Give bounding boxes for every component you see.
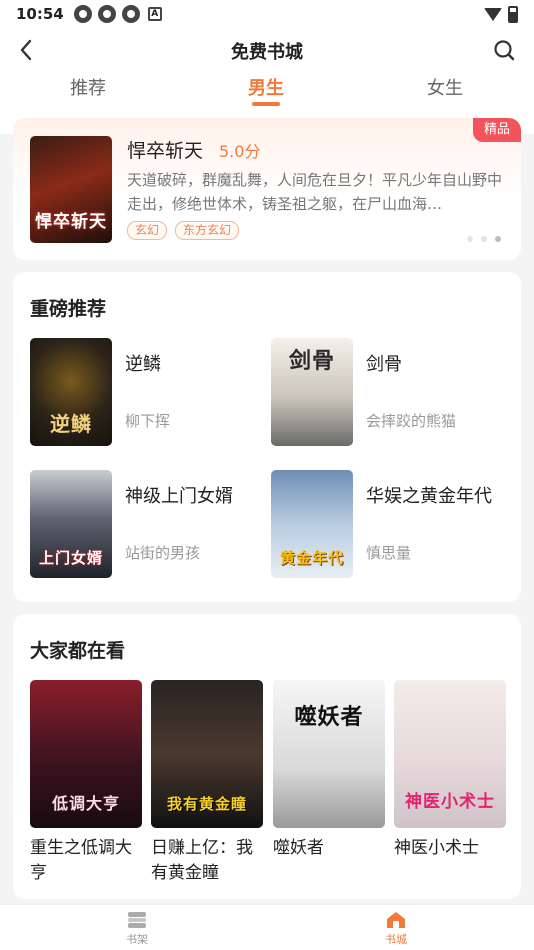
book-author: 站街的男孩 — [125, 544, 201, 562]
book-author: 柳下挥 — [125, 412, 171, 430]
search-button[interactable] — [490, 36, 518, 64]
book-title: 重生之低调大亨 — [30, 838, 132, 883]
status-time: 10:54 — [16, 5, 64, 23]
genre-tag: 玄幻 — [127, 221, 168, 240]
nav-label: 书架 — [126, 933, 148, 946]
nav-bookstore[interactable]: 书城 — [356, 911, 436, 947]
cover-text: 我有黄金瞳 — [166, 794, 247, 813]
a-icon: A — [147, 7, 162, 21]
book-item[interactable]: 黄金年代 华娱之黄金年代 慎思量 — [271, 470, 506, 578]
banner-cover: 悍卒斩天 — [30, 136, 112, 243]
book-cover: 神医小术士 — [394, 680, 506, 828]
carousel-dot — [467, 236, 473, 242]
cover-text: 上门女婿 — [38, 548, 103, 567]
carousel-dot-active — [495, 236, 501, 242]
book-item[interactable]: 我有黄金瞳 日赚上亿：我有黄金瞳 — [151, 680, 263, 886]
cover-text: 悍卒斩天 — [35, 211, 107, 232]
book-title: 华娱之黄金年代 — [366, 486, 492, 507]
book-cover: 剑骨 — [271, 338, 353, 446]
book-item[interactable]: 低调大亨 重生之低调大亨 — [30, 680, 142, 886]
banner-tags: 玄幻 东方玄幻 — [127, 221, 240, 240]
notification-icon — [73, 5, 92, 23]
cover-text: 逆鳞 — [50, 411, 92, 436]
book-author: 会摔跤的熊猫 — [366, 412, 457, 430]
book-cover: 上门女婿 — [30, 470, 112, 578]
book-cover: 黄金年代 — [271, 470, 353, 578]
banner-book-title: 悍卒斩天 — [127, 140, 204, 162]
book-item[interactable]: 神医小术士 神医小术士 — [394, 680, 506, 861]
book-author: 慎思量 — [366, 544, 412, 562]
book-title: 神医小术士 — [394, 838, 479, 858]
bottom-nav: 书架 书城 — [0, 904, 534, 950]
nav-bookshelf[interactable]: 书架 — [97, 911, 177, 947]
book-title: 神级上门女婿 — [125, 486, 233, 507]
book-title: 日赚上亿：我有黄金瞳 — [151, 838, 253, 883]
popular-section: 大家都在看 低调大亨 重生之低调大亨 我有黄金瞳 日赚上亿：我有黄金瞳 噬妖者 … — [13, 614, 521, 899]
battery-icon — [508, 5, 518, 23]
featured-banner[interactable]: 悍卒斩天 悍卒斩天 5.0分 天道破碎，群魔乱舞，人间危在旦夕！平凡少年自山野中… — [13, 118, 521, 260]
genre-tag: 东方玄幻 — [175, 221, 240, 240]
banner-score: 5.0分 — [219, 142, 261, 161]
cover-text: 剑骨 — [288, 348, 335, 374]
book-item[interactable]: 上门女婿 神级上门女婿 站街的男孩 — [30, 470, 265, 578]
premium-badge: 精品 — [473, 118, 521, 142]
carousel-dot — [481, 236, 487, 242]
book-item[interactable]: 剑骨 剑骨 会摔跤的熊猫 — [271, 338, 506, 446]
book-cover: 噬妖者 — [273, 680, 385, 828]
book-cover: 低调大亨 — [30, 680, 142, 828]
section-title: 重磅推荐 — [30, 298, 107, 320]
tab-indicator — [252, 102, 280, 106]
tab-male[interactable]: 男生 — [248, 74, 284, 100]
cover-text: 低调大亨 — [51, 793, 120, 813]
notification-icon — [121, 5, 140, 23]
status-bar: 10:54 A — [0, 0, 534, 28]
cover-text: 神医小术士 — [405, 792, 495, 813]
banner-description: 天道破碎，群魔乱舞，人间危在旦夕！平凡少年自山野中走出，修绝世体术，铸圣祖之躯，… — [127, 171, 503, 213]
page-title: 免费书城 — [231, 42, 303, 63]
bookshelf-icon — [128, 912, 146, 928]
book-title: 噬妖者 — [273, 838, 324, 858]
carousel-dots — [467, 236, 501, 242]
section-title: 大家都在看 — [30, 640, 126, 662]
book-item[interactable]: 噬妖者 噬妖者 — [273, 680, 385, 861]
book-title: 逆鳞 — [125, 354, 161, 375]
wifi-icon — [484, 7, 502, 21]
book-cover: 我有黄金瞳 — [151, 680, 263, 828]
book-cover: 逆鳞 — [30, 338, 112, 446]
tab-female[interactable]: 女生 — [427, 74, 463, 100]
cover-text: 黄金年代 — [279, 548, 344, 567]
featured-section: 重磅推荐 逆鳞 逆鳞 柳下挥 剑骨 剑骨 会摔跤的熊猫 上门女婿 神级上门女婿 … — [13, 272, 521, 602]
tab-recommend[interactable]: 推荐 — [70, 74, 106, 100]
search-icon — [494, 40, 515, 61]
nav-label: 书城 — [385, 933, 407, 946]
notification-icon — [97, 5, 116, 23]
book-title: 剑骨 — [366, 354, 402, 375]
bookstore-home-icon — [387, 912, 405, 928]
book-item[interactable]: 逆鳞 逆鳞 柳下挥 — [30, 338, 265, 446]
cover-text: 噬妖者 — [294, 704, 364, 730]
